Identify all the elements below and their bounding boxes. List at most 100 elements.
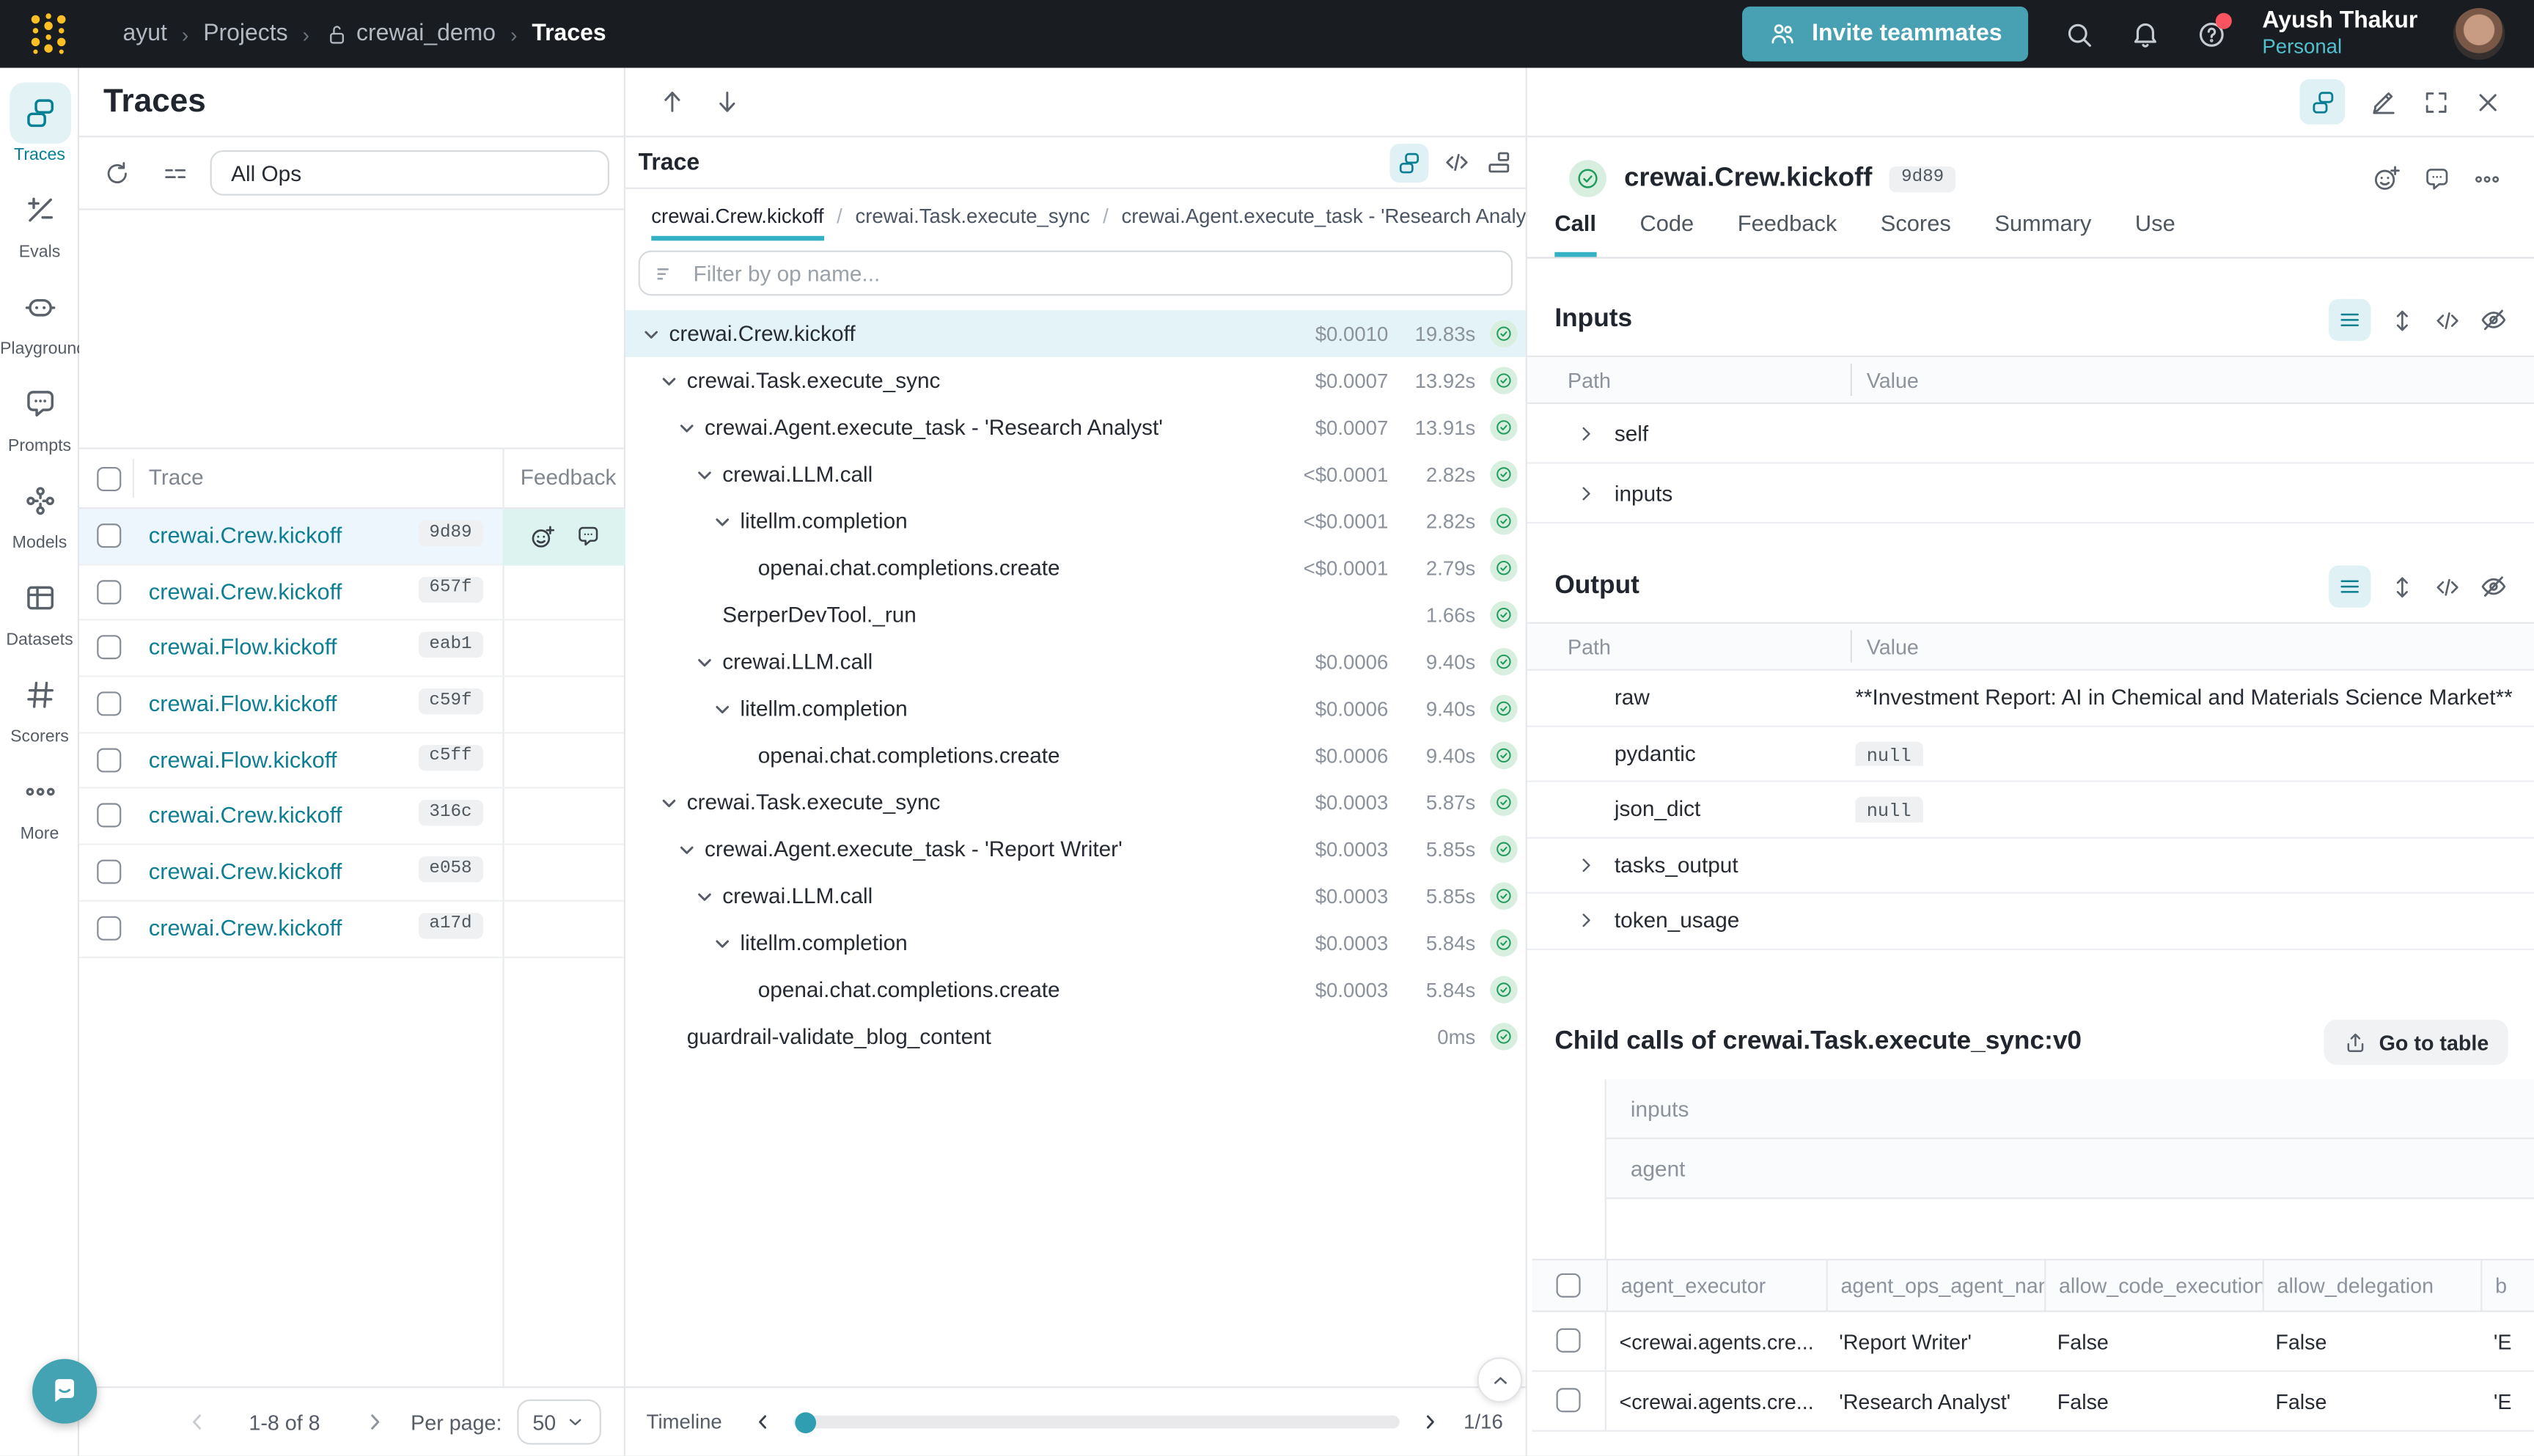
- chevron-down-icon[interactable]: [674, 414, 699, 440]
- tab-feedback[interactable]: Feedback: [1738, 205, 1837, 257]
- list-view-button[interactable]: [2329, 565, 2370, 607]
- table-row[interactable]: crewai.Crew.kickoffa17d: [79, 901, 624, 957]
- trace-link[interactable]: crewai.Crew.kickoff: [149, 858, 342, 884]
- row-checkbox[interactable]: [97, 748, 121, 772]
- code-view-icon[interactable]: [1443, 149, 1470, 176]
- table-row[interactable]: crewai.Flow.kickoffc59f: [79, 677, 624, 733]
- chevron-down-icon[interactable]: [656, 367, 682, 393]
- timeline-slider[interactable]: [793, 1416, 1399, 1429]
- chat-bubble-button[interactable]: [32, 1359, 97, 1424]
- chevron-down-icon[interactable]: [710, 930, 735, 955]
- span-row[interactable]: crewai.LLM.call$0.00069.40s: [625, 639, 1526, 685]
- expand-rows-icon[interactable]: [2389, 573, 2416, 600]
- trace-link[interactable]: crewai.Crew.kickoff: [149, 802, 342, 828]
- user-menu[interactable]: Ayush Thakur Personal: [2262, 9, 2417, 59]
- output-row-token_usage[interactable]: token_usage: [1527, 894, 2534, 949]
- row-checkbox[interactable]: [1557, 1388, 1581, 1412]
- tab-call[interactable]: Call: [1554, 205, 1596, 257]
- select-all-checkbox[interactable]: [97, 467, 121, 491]
- code-view-icon[interactable]: [2434, 573, 2461, 600]
- wandb-logo[interactable]: [26, 10, 74, 58]
- tab-summary[interactable]: Summary: [1994, 205, 2091, 257]
- trace-link[interactable]: crewai.Crew.kickoff: [149, 914, 342, 940]
- breadcrumb-item-ayut[interactable]: ayut: [123, 21, 167, 47]
- table-row[interactable]: crewai.Crew.kickoff316c: [79, 790, 624, 845]
- table-row[interactable]: <crewai.agents.cre...'Research Analyst'F…: [1532, 1372, 2534, 1432]
- select-all-checkbox[interactable]: [1557, 1273, 1581, 1298]
- row-checkbox[interactable]: [1557, 1328, 1581, 1353]
- input-row-self[interactable]: self: [1527, 404, 2534, 464]
- chevron-down-icon[interactable]: [674, 837, 699, 862]
- output-row-tasks_output[interactable]: tasks_output: [1527, 838, 2534, 894]
- notifications-icon[interactable]: [2130, 18, 2161, 49]
- prev-page-icon[interactable]: [184, 1409, 210, 1435]
- ops-filter-select[interactable]: All Ops: [210, 150, 609, 196]
- close-icon[interactable]: [2474, 88, 2501, 115]
- row-checkbox[interactable]: [97, 691, 121, 716]
- span-row[interactable]: SerperDevTool._run1.66s: [625, 592, 1526, 639]
- span-row[interactable]: crewai.LLM.call$0.00035.85s: [625, 872, 1526, 919]
- chevron-down-icon[interactable]: [691, 461, 717, 487]
- tree-toggle-button[interactable]: [2299, 79, 2345, 125]
- sidebar-item-traces[interactable]: Traces: [0, 82, 79, 164]
- invite-teammates-button[interactable]: Invite teammates: [1742, 7, 2027, 62]
- chevron-right-icon[interactable]: [1576, 482, 1597, 504]
- row-checkbox[interactable]: [97, 636, 121, 660]
- output-row-pydantic[interactable]: pydanticnull: [1527, 727, 2534, 782]
- span-row[interactable]: crewai.LLM.call<$0.00012.82s: [625, 451, 1526, 498]
- refresh-icon[interactable]: [103, 159, 131, 186]
- sidebar-item-models[interactable]: Models: [0, 470, 79, 552]
- chevron-down-icon[interactable]: [656, 790, 682, 815]
- table-row[interactable]: crewai.Flow.kickoffc5ff: [79, 733, 624, 789]
- chevron-down-icon[interactable]: [639, 321, 664, 347]
- breadcrumb-item-Projects[interactable]: Projects: [203, 21, 287, 47]
- trace-tab-1[interactable]: crewai.Crew.kickoff: [651, 205, 823, 240]
- next-page-icon[interactable]: [362, 1409, 388, 1435]
- hide-values-icon[interactable]: [2479, 306, 2508, 335]
- sidebar-item-playground[interactable]: Playground: [0, 276, 79, 359]
- tab-scores[interactable]: Scores: [1881, 205, 1951, 257]
- input-row-inputs[interactable]: inputs: [1527, 464, 2534, 524]
- table-row[interactable]: <crewai.agents.cre...'Report Writer'Fals…: [1532, 1312, 2534, 1372]
- tab-code[interactable]: Code: [1639, 205, 1694, 257]
- span-row[interactable]: openai.chat.completions.create$0.00035.8…: [625, 966, 1526, 1013]
- code-view-icon[interactable]: [2434, 306, 2461, 334]
- trace-link[interactable]: crewai.Flow.kickoff: [149, 690, 337, 716]
- row-checkbox[interactable]: [97, 860, 121, 884]
- help-icon[interactable]: [2196, 18, 2227, 49]
- add-reaction-icon[interactable]: [2370, 163, 2401, 194]
- table-row[interactable]: crewai.Crew.kickoff657f: [79, 565, 624, 621]
- chevron-down-icon[interactable]: [710, 508, 735, 534]
- span-row[interactable]: litellm.completion<$0.00012.82s: [625, 498, 1526, 545]
- span-row[interactable]: guardrail-validate_blog_content0ms: [625, 1013, 1526, 1060]
- avatar[interactable]: [2453, 8, 2505, 60]
- go-to-table-button[interactable]: Go to table: [2324, 1020, 2508, 1065]
- sidebar-item-datasets[interactable]: Datasets: [0, 567, 79, 650]
- expand-rows-icon[interactable]: [2389, 306, 2416, 334]
- chevron-down-icon[interactable]: [691, 649, 717, 674]
- sidebar-item-prompts[interactable]: Prompts: [0, 373, 79, 455]
- output-row-json_dict[interactable]: json_dictnull: [1527, 782, 2534, 838]
- scroll-to-top-button[interactable]: [1477, 1357, 1523, 1402]
- timeline-prev-icon[interactable]: [751, 1411, 774, 1433]
- trace-tab-3[interactable]: crewai.Agent.execute_task - 'Research An…: [1121, 205, 1525, 240]
- call-id-badge[interactable]: 9d89: [1890, 166, 1955, 191]
- trace-tab-2[interactable]: crewai.Task.execute_sync: [855, 205, 1090, 240]
- chevron-down-icon[interactable]: [710, 696, 735, 721]
- trace-link[interactable]: crewai.Flow.kickoff: [149, 634, 337, 660]
- row-checkbox[interactable]: [97, 580, 121, 604]
- span-row[interactable]: crewai.Task.execute_sync$0.000713.92s: [625, 357, 1526, 404]
- breadcrumb-item-crewai_demo[interactable]: crewai_demo: [324, 21, 496, 47]
- table-row[interactable]: crewai.Flow.kickoffeab1: [79, 621, 624, 677]
- timeline-next-icon[interactable]: [1418, 1411, 1441, 1433]
- span-row[interactable]: crewai.Agent.execute_task - 'Report Writ…: [625, 826, 1526, 872]
- table-row[interactable]: crewai.Crew.kickoff9d89: [79, 509, 624, 565]
- tab-use[interactable]: Use: [2135, 205, 2175, 257]
- row-checkbox[interactable]: [97, 804, 121, 828]
- list-view-button[interactable]: [2329, 299, 2370, 341]
- span-row[interactable]: openai.chat.completions.create$0.00069.4…: [625, 732, 1526, 779]
- span-row[interactable]: litellm.completion$0.00035.84s: [625, 919, 1526, 966]
- hide-values-icon[interactable]: [2479, 572, 2508, 601]
- row-checkbox[interactable]: [97, 916, 121, 940]
- sidebar-item-scorers[interactable]: Scorers: [0, 664, 79, 746]
